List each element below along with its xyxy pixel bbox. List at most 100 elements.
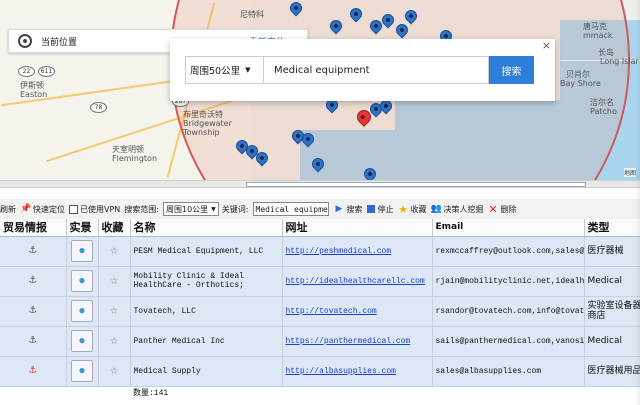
table-row[interactable]: ⚓ ● ☆ Mobility Clinic & Ideal HealthCare - … [0, 266, 640, 297]
map-label: 尼特科 [240, 10, 264, 19]
stop-label: 停止 [377, 204, 394, 214]
favorite-cell[interactable]: ☆ [98, 266, 131, 297]
website-link[interactable]: http://idealhealthcarellc.com [282, 266, 433, 297]
search-range-value: 周围10公里 [165, 204, 209, 214]
street-view-cell[interactable]: ● [66, 356, 99, 387]
street-view-icon[interactable]: ● [71, 360, 93, 382]
type-cell: Medical [584, 266, 640, 297]
favorite-cell[interactable]: ☆ [98, 296, 131, 327]
keyword-input[interactable]: Medical equipmer [252, 202, 329, 216]
favorite-cell[interactable]: ☆ [98, 356, 131, 387]
email-cell: rjain@mobilityclinic.net,idealhealthcare… [432, 266, 585, 297]
website-link[interactable]: http://albasupplies.com [282, 356, 433, 387]
column-header-website[interactable]: 网址 [282, 219, 433, 237]
favorite-cell[interactable]: ☆ [98, 326, 131, 357]
chevron-down-icon: ▼ [211, 205, 216, 213]
record-count: 数量:141 [130, 386, 282, 400]
website-link[interactable]: https://panthermedical.com [282, 326, 433, 357]
anchor-icon[interactable]: ⚓ [29, 303, 36, 317]
table-row[interactable]: ⚓ ● ☆ Panther Medical Inc https://panthermed… [0, 326, 640, 357]
street-view-cell[interactable]: ● [66, 236, 99, 267]
star-outline-icon[interactable]: ☆ [110, 363, 118, 378]
street-view-icon[interactable]: ● [71, 300, 93, 322]
street-view-icon[interactable]: ● [71, 270, 93, 292]
map-label: 天室明顿 Flemington [112, 145, 158, 163]
map-search-panel: × 周围50公里 ▼ Medical equipment 搜索 [170, 39, 555, 101]
anchor-icon[interactable]: ⚓ [29, 273, 36, 287]
type-cell: 医疗器械 [584, 236, 640, 267]
star-outline-icon[interactable]: ☆ [110, 243, 118, 258]
star-outline-icon[interactable]: ☆ [110, 333, 118, 348]
trade-intel-cell[interactable]: ⚓ [0, 356, 67, 387]
checkbox-icon [69, 204, 78, 214]
star-outline-icon[interactable]: ☆ [110, 273, 118, 288]
search-button[interactable]: 搜索 [489, 56, 534, 84]
map-label: 洁尔名 Patcho [590, 98, 617, 116]
email-cell: rexmccaffrey@outlook.com,sales@peshmedic… [432, 236, 585, 267]
refresh-button[interactable]: 刷新 [0, 204, 16, 215]
column-header-street-view[interactable]: 实景 [66, 219, 99, 237]
street-view-cell[interactable]: ● [66, 326, 99, 357]
radius-select-value: 周围50公里 [190, 66, 241, 77]
vpn-label: 已使用VPN [80, 204, 121, 214]
street-view-icon[interactable]: ● [71, 330, 93, 352]
anchor-icon[interactable]: ⚓ [29, 363, 36, 377]
website-link[interactable]: http://tovatech.com [282, 296, 433, 327]
street-view-cell[interactable]: ● [66, 296, 99, 327]
column-header-type[interactable]: 类型 [584, 219, 640, 237]
favorite-cell[interactable]: ☆ [98, 236, 131, 267]
map-label: 伊斯顿 [20, 81, 44, 90]
company-name: Mobility Clinic & Ideal HealthCare - Ort… [130, 266, 283, 297]
street-view-icon[interactable]: ● [71, 240, 93, 262]
column-header-favorite[interactable]: 收藏 [98, 219, 131, 237]
map-label: Easton [20, 90, 48, 99]
table-row[interactable]: ⚓ ● ☆ Tovatech, LLC http://tovatech.com rsand… [0, 296, 640, 327]
pin-icon: 📌 [20, 203, 32, 214]
email-cell: sales@albasupplies.com [432, 356, 585, 387]
trade-intel-cell[interactable]: ⚓ [0, 236, 67, 267]
star-outline-icon[interactable]: ☆ [110, 303, 118, 318]
highway-shield: 78 [90, 102, 107, 113]
email-cell: rsandor@tovatech.com,info@tovatech.com [432, 296, 585, 327]
radius-select[interactable]: 周围50公里 ▼ [185, 56, 263, 84]
street-view-cell[interactable]: ● [66, 266, 99, 297]
table-row[interactable]: ⚓ ● ☆ PESM Medical Equipment, LLC http://pes… [0, 236, 640, 267]
quick-locate-label: 快速定位 [33, 204, 65, 214]
locate-target-icon[interactable] [18, 34, 32, 48]
email-cell: sails@panthermedical.com,vanosia.caldwel… [432, 326, 585, 357]
anchor-icon[interactable]: ⚓ [29, 333, 36, 347]
trade-intel-cell[interactable]: ⚓ [0, 296, 67, 327]
stop-button[interactable]: 停止 [366, 204, 394, 215]
map-view[interactable]: 22 611 78 287 伊斯顿 Easton 布里奇沃特 Bridgewat… [0, 0, 640, 180]
website-link[interactable]: http://peshmedical.com [282, 236, 433, 267]
search-range-select[interactable]: 周围10公里 ▼ [162, 202, 219, 216]
people-icon: 👥 [430, 203, 442, 214]
refresh-label: 刷新 [0, 204, 16, 214]
search-range-label: 搜索范围: [124, 204, 159, 215]
anchor-icon[interactable]: ⚓ [29, 243, 36, 257]
map-attribution: 地图 [623, 168, 636, 177]
table-header-row: 贸易情报 实景 收藏 名称 网址 Email 类型 [0, 219, 640, 237]
map-label: 布里奇沃特 Bridgewater Township [183, 110, 232, 137]
close-icon[interactable]: × [542, 39, 551, 52]
search-range-text: 搜索范围: [124, 204, 159, 214]
decision-maker-button[interactable]: 👥 决策人挖掘 [431, 204, 484, 215]
toolbar: 刷新 📌 快速定位 已使用VPN 搜索范围: 周围10公里 ▼ 关键词: Med… [0, 199, 640, 219]
column-header-email[interactable]: Email [432, 219, 585, 237]
trade-intel-cell[interactable]: ⚓ [0, 326, 67, 357]
column-header-name[interactable]: 名称 [130, 219, 283, 237]
favorite-label: 收藏 [410, 204, 427, 214]
table-row[interactable]: ⚓ ● ☆ Medical Supply http://albasupplies.com… [0, 356, 640, 387]
trade-intel-cell[interactable]: ⚓ [0, 266, 67, 297]
delete-button[interactable]: ✕ 删除 [488, 204, 516, 215]
quick-locate-button[interactable]: 📌 快速定位 [20, 204, 65, 215]
horizontal-scrollbar[interactable] [0, 180, 640, 188]
column-header-trade-intel[interactable]: 贸易情报 [0, 219, 67, 237]
vpn-checkbox[interactable]: 已使用VPN [69, 204, 120, 215]
company-name: Panther Medical Inc [130, 326, 283, 357]
favorite-button[interactable]: ★ 收藏 [398, 204, 427, 215]
scrollbar-thumb[interactable] [246, 182, 586, 187]
toolbar-search-button[interactable]: ▶ 搜索 [334, 204, 363, 215]
keyword-search-input[interactable]: Medical equipment [263, 56, 489, 84]
type-cell: 实验室设备器械商店 [584, 296, 640, 327]
